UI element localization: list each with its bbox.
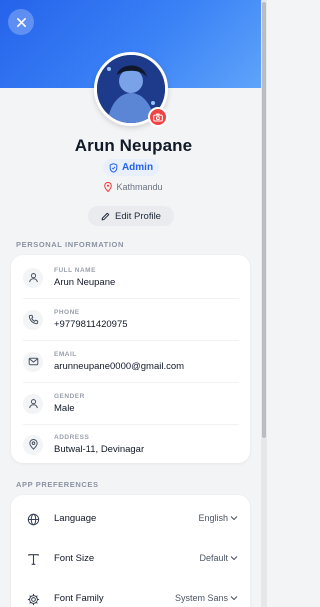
preference-label: Font Size xyxy=(54,553,95,564)
close-button[interactable] xyxy=(8,9,34,35)
globe-icon xyxy=(26,512,40,526)
font-family-select[interactable]: System Sans xyxy=(175,593,238,603)
location-label: Kathmandu xyxy=(116,182,163,192)
phone-icon xyxy=(23,309,43,330)
preference-value: System Sans xyxy=(174,593,228,603)
close-icon xyxy=(16,17,26,27)
camera-icon xyxy=(153,113,163,122)
profile-name: Arun Neupane xyxy=(74,136,193,155)
edit-profile-button[interactable]: Edit Profile xyxy=(88,206,174,226)
chevron-down-icon xyxy=(230,516,238,521)
field-label: GENDER xyxy=(54,393,85,400)
field-label: ADDRESS xyxy=(54,434,90,441)
preference-font-family[interactable]: Font Family System Sans xyxy=(11,579,250,607)
field-value: arunneupane0000@gmail.com xyxy=(54,361,185,372)
chevron-down-icon xyxy=(230,596,238,601)
preference-value: Default xyxy=(199,553,228,563)
avatar-container xyxy=(94,52,168,127)
map-pin-icon xyxy=(104,182,113,192)
field-value: Butwal-11, Devinagar xyxy=(54,444,145,455)
mail-icon xyxy=(23,351,43,372)
info-row-address: ADDRESS Butwal-11, Devinagar xyxy=(11,424,250,465)
info-row-full-name: FULL NAME Arun Neupane xyxy=(11,257,250,298)
field-label: FULL NAME xyxy=(54,267,96,274)
preference-language[interactable]: Language English xyxy=(11,499,250,539)
field-value: Male xyxy=(54,403,75,414)
field-value: +9779811420975 xyxy=(54,319,128,330)
scrollbar-thumb[interactable] xyxy=(262,2,266,438)
language-select[interactable]: English xyxy=(198,513,238,523)
info-row-gender: GENDER Male xyxy=(11,383,250,424)
settings-icon xyxy=(26,592,40,606)
preference-font-size[interactable]: Font Size Default xyxy=(11,539,250,579)
scrollbar[interactable] xyxy=(261,0,267,607)
font-size-select[interactable]: Default xyxy=(199,553,238,563)
info-row-phone: PHONE +9779811420975 xyxy=(11,299,250,340)
chevron-down-icon xyxy=(230,556,238,561)
edit-profile-label: Edit Profile xyxy=(115,210,161,222)
shield-icon xyxy=(109,162,118,173)
preference-value: English xyxy=(198,513,228,523)
user-icon xyxy=(23,393,43,414)
role-label: Admin xyxy=(121,162,154,173)
preference-label: Language xyxy=(54,513,97,524)
field-label: PHONE xyxy=(54,309,80,316)
info-row-email: EMAIL arunneupane0000@gmail.com xyxy=(11,341,250,382)
user-icon xyxy=(23,267,43,288)
change-photo-button[interactable] xyxy=(148,107,168,127)
role-badge: Admin xyxy=(103,159,159,176)
app-preferences-heading: APP PREFERENCES xyxy=(16,480,99,489)
personal-info-heading: PERSONAL INFORMATION xyxy=(16,240,124,249)
pencil-icon xyxy=(101,212,110,220)
location: Kathmandu xyxy=(0,182,267,192)
field-label: EMAIL xyxy=(54,351,77,358)
field-value: Arun Neupane xyxy=(54,277,116,288)
preference-label: Font Family xyxy=(54,593,104,604)
app-preferences-card: Language English Font Size Default Font … xyxy=(11,495,250,607)
personal-info-card: FULL NAME Arun Neupane PHONE +9779811420… xyxy=(11,255,250,463)
type-icon xyxy=(26,552,40,566)
map-pin-icon xyxy=(23,434,43,455)
